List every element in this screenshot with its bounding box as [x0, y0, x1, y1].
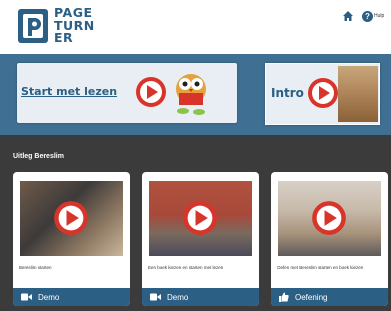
video-footer[interactable]: Demo — [13, 288, 130, 306]
help-button[interactable]: ? Hulp — [362, 9, 384, 23]
section-title: Uitleg Bereslim — [13, 153, 64, 160]
video-footer-label: Oefening — [295, 292, 328, 302]
help-label: Hulp — [374, 13, 385, 19]
video-thumbnail[interactable] — [278, 181, 381, 256]
start-reading-label: Start met lezen — [21, 85, 118, 98]
video-thumbnail[interactable] — [20, 181, 123, 256]
pageturner-logo-icon[interactable] — [18, 9, 50, 45]
play-icon[interactable] — [53, 200, 89, 236]
video-caption: Bereslim starten — [19, 265, 52, 270]
video-caption: Een boek kiezen en starten met lezen — [148, 265, 224, 270]
home-icon[interactable] — [342, 10, 354, 22]
logo-line-3: ER — [54, 30, 74, 45]
play-icon[interactable] — [135, 76, 167, 108]
video-camera-icon — [21, 293, 32, 301]
video-footer[interactable]: Oefening — [271, 288, 388, 306]
owl-mascot-icon — [176, 74, 206, 115]
logo-text[interactable]: PAGE TURN ER — [54, 6, 95, 45]
help-icon: ? — [362, 10, 373, 22]
play-icon[interactable] — [182, 200, 218, 236]
play-icon[interactable] — [307, 77, 339, 109]
video-footer[interactable]: Demo — [142, 288, 259, 306]
video-camera-icon — [150, 293, 161, 301]
presenter-photo — [338, 66, 378, 122]
video-footer-label: Demo — [167, 292, 189, 302]
thumbs-up-icon — [279, 292, 289, 302]
video-thumbnail[interactable] — [149, 181, 252, 256]
video-card[interactable]: Bereslim starten Demo — [13, 172, 130, 306]
video-caption: Oefen met Bereslim starten en boek kieze… — [277, 265, 364, 270]
intro-label: Intro — [271, 86, 304, 100]
play-icon[interactable] — [311, 200, 347, 236]
intro-card[interactable]: Intro — [265, 63, 380, 125]
video-card[interactable]: Oefen met Bereslim starten en boek kieze… — [271, 172, 388, 306]
video-card[interactable]: Een boek kiezen en starten met lezen Dem… — [142, 172, 259, 306]
start-reading-card[interactable]: Start met lezen — [17, 63, 237, 123]
video-footer-label: Demo — [38, 292, 60, 302]
